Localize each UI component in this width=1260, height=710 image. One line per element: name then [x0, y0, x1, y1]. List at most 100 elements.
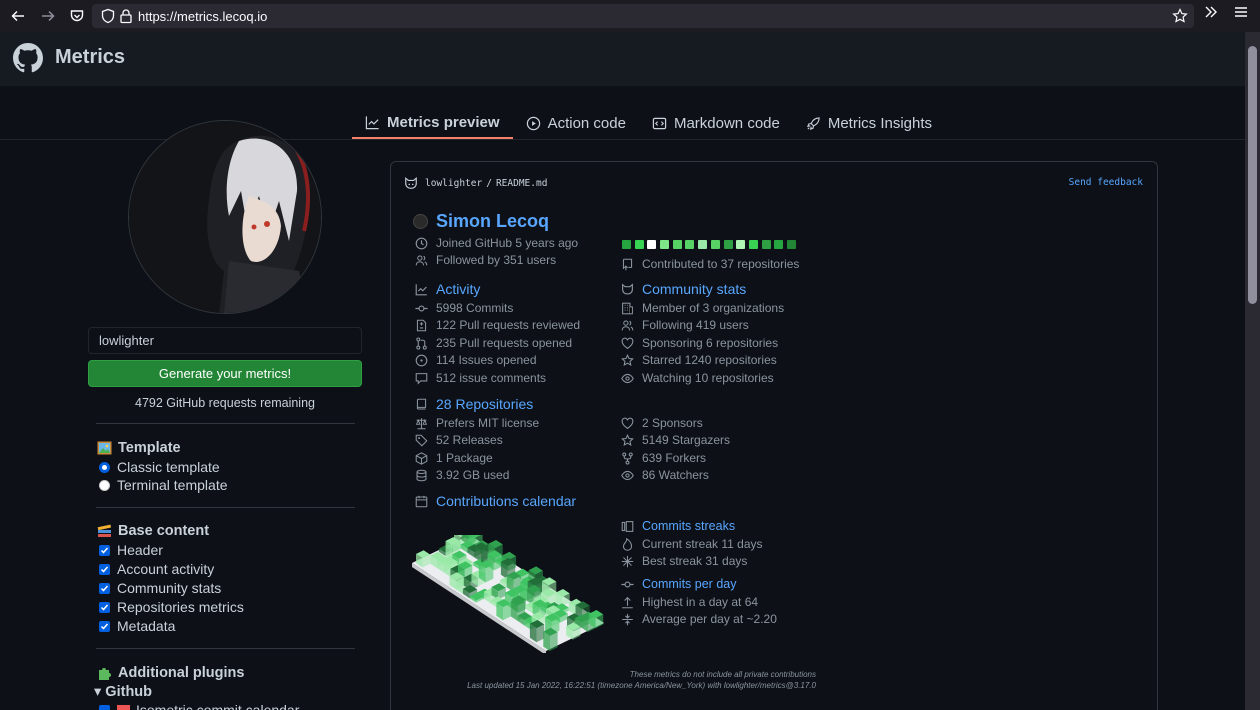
url-text[interactable]: https://metrics.lecoq.io — [138, 9, 267, 24]
row-text: 639 Forkers — [642, 451, 707, 465]
contribution-square — [672, 240, 682, 249]
commit-icon — [621, 580, 634, 588]
app-header: Metrics — [0, 32, 1245, 86]
github-logo-icon[interactable] — [13, 43, 43, 78]
contributions-calendar-title[interactable]: Contributions calendar — [415, 493, 576, 509]
path-separator: / — [486, 178, 492, 189]
option-label: Classic template — [117, 459, 220, 475]
tab-label: Metrics Insights — [827, 115, 933, 132]
contribution-square — [710, 240, 720, 249]
base-option-activity[interactable]: Account activity — [99, 561, 214, 577]
base-option-repositories[interactable]: Repositories metrics — [99, 599, 244, 615]
radio-selected[interactable] — [99, 461, 110, 473]
checkbox-checked[interactable] — [99, 563, 110, 575]
template-option-terminal[interactable]: Terminal template — [99, 477, 228, 493]
template-option-classic[interactable]: Classic template — [99, 459, 220, 475]
option-label: Terminal template — [117, 477, 228, 493]
contribution-bar — [622, 240, 800, 249]
base-option-metadata[interactable]: Metadata — [99, 618, 175, 634]
section-heading: Contributions calendar — [436, 493, 577, 509]
send-feedback-link[interactable]: Send feedback — [1069, 177, 1143, 188]
eye-icon — [621, 373, 634, 383]
tab-markdown-code[interactable]: Markdown code — [639, 108, 793, 139]
releases-row: 52 Releases — [415, 433, 503, 447]
divider — [96, 507, 355, 508]
starred-row: Starred 1240 repositories — [621, 353, 777, 367]
url-bar[interactable]: https://metrics.lecoq.io — [92, 4, 1194, 28]
plugins-group-github[interactable]: ▾ Github — [94, 684, 152, 700]
eye-icon — [621, 470, 634, 480]
octoface-icon — [622, 282, 633, 295]
issues-row: 114 Issues opened — [415, 353, 537, 367]
row-text: 1 Package — [436, 451, 493, 465]
user-name[interactable]: Simon Lecoq — [413, 211, 549, 232]
overflow-chevrons-icon[interactable] — [1203, 4, 1219, 25]
forward-arrow-icon[interactable] — [36, 4, 60, 28]
card-path: lowlighter / README.md — [404, 177, 547, 190]
app-title[interactable]: Metrics — [55, 46, 125, 69]
radio[interactable] — [99, 479, 110, 491]
tab-action-code[interactable]: Action code — [513, 108, 639, 139]
back-arrow-icon[interactable] — [6, 4, 30, 28]
checkbox-checked[interactable] — [99, 601, 110, 613]
row-text: Joined GitHub 5 years ago — [436, 236, 579, 250]
base-content-section-title: Base content — [97, 523, 209, 539]
tab-metrics-insights[interactable]: Metrics Insights — [793, 108, 945, 139]
row-text: Average per day at ~2.20 — [642, 612, 777, 626]
sponsors-row: 2 Sponsors — [621, 416, 703, 430]
checkbox-checked[interactable] — [99, 582, 110, 594]
heart-icon — [621, 337, 634, 349]
username-input[interactable] — [88, 327, 362, 354]
template-section-title: Template — [97, 440, 181, 456]
row-text: Followed by 351 users — [436, 253, 557, 267]
calendar-emoji-icon — [117, 704, 130, 710]
play-icon — [526, 116, 540, 131]
path-file[interactable]: README.md — [496, 178, 547, 189]
sparkle-icon — [621, 555, 634, 567]
tab-bar: Metrics preview Action code Markdown cod… — [352, 108, 945, 140]
path-user[interactable]: lowlighter — [425, 178, 482, 189]
stargazers-row: 5149 Stargazers — [621, 433, 730, 447]
commits-per-day-title[interactable]: Commits per day — [621, 577, 736, 591]
organizations-row: Member of 3 organizations — [621, 301, 784, 315]
organization-icon — [622, 302, 633, 314]
scrollbar-thumb[interactable] — [1248, 46, 1257, 304]
bookmark-star-icon[interactable] — [1172, 8, 1188, 29]
lock-icon[interactable] — [119, 8, 133, 29]
mini-avatar — [413, 214, 428, 229]
generate-metrics-button[interactable]: Generate your metrics! — [88, 360, 362, 387]
people-icon — [621, 319, 634, 330]
plugin-option-isometric[interactable]: Isometric commit calendar — [99, 702, 299, 710]
contribution-square — [723, 240, 733, 249]
pull-request-icon — [416, 336, 427, 350]
row-text: 86 Watchers — [642, 468, 709, 482]
shield-icon[interactable] — [100, 8, 116, 29]
repositories-title[interactable]: 28 Repositories — [415, 396, 533, 412]
row-text: Best streak 31 days — [642, 554, 748, 568]
pocket-icon[interactable] — [65, 4, 89, 28]
arrows-vertical-icon — [622, 613, 633, 625]
footnote: These metrics do not include all private… — [629, 670, 816, 679]
followed-row: Followed by 351 users — [415, 253, 556, 267]
scrollbar[interactable] — [1245, 32, 1260, 710]
divider — [96, 423, 355, 424]
avatar — [128, 120, 322, 314]
commits-streaks-title[interactable]: Commits streaks — [621, 519, 735, 533]
section-label: Template — [118, 440, 181, 456]
base-option-header[interactable]: Header — [99, 542, 163, 558]
frame-picture-icon — [97, 441, 112, 455]
graph-icon — [415, 283, 427, 295]
checkbox-checked[interactable] — [99, 544, 110, 556]
activity-title[interactable]: Activity — [415, 281, 480, 297]
community-stats-title[interactable]: Community stats — [621, 281, 746, 297]
row-text: Watching 10 repositories — [642, 371, 774, 385]
star-icon — [621, 433, 634, 446]
checkbox-checked[interactable] — [99, 704, 110, 710]
tab-metrics-preview[interactable]: Metrics preview — [352, 108, 513, 139]
section-heading: Community stats — [642, 281, 747, 297]
hamburger-menu-icon[interactable] — [1233, 4, 1249, 25]
flame-icon — [622, 537, 633, 551]
checkbox-checked[interactable] — [99, 620, 110, 632]
base-option-community[interactable]: Community stats — [99, 580, 221, 596]
law-icon — [415, 417, 428, 429]
